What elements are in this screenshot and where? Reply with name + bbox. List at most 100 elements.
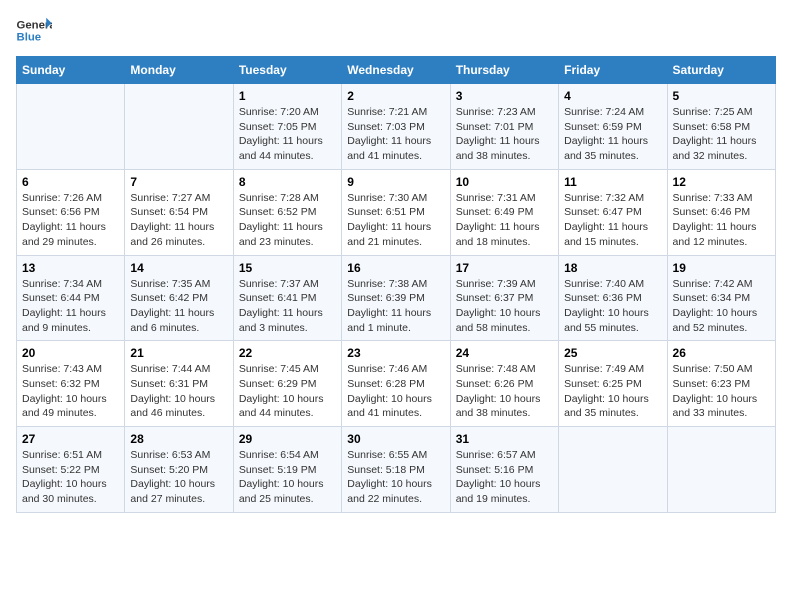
day-cell — [559, 427, 667, 513]
week-row-1: 1 Sunrise: 7:20 AM Sunset: 7:05 PM Daylig… — [17, 84, 776, 170]
day-number: 7 — [130, 175, 227, 189]
day-info: Sunrise: 7:50 AM Sunset: 6:23 PM Dayligh… — [673, 362, 770, 421]
day-number: 9 — [347, 175, 444, 189]
day-number: 13 — [22, 261, 119, 275]
day-cell: 8 Sunrise: 7:28 AM Sunset: 6:52 PM Daylig… — [233, 169, 341, 255]
day-number: 12 — [673, 175, 770, 189]
day-cell: 23 Sunrise: 7:46 AM Sunset: 6:28 PM Dayli… — [342, 341, 450, 427]
column-header-monday: Monday — [125, 57, 233, 84]
day-info: Sunrise: 7:20 AM Sunset: 7:05 PM Dayligh… — [239, 105, 336, 164]
day-cell: 3 Sunrise: 7:23 AM Sunset: 7:01 PM Daylig… — [450, 84, 558, 170]
day-cell: 27 Sunrise: 6:51 AM Sunset: 5:22 PM Dayli… — [17, 427, 125, 513]
week-row-4: 20 Sunrise: 7:43 AM Sunset: 6:32 PM Dayli… — [17, 341, 776, 427]
day-info: Sunrise: 6:53 AM Sunset: 5:20 PM Dayligh… — [130, 448, 227, 507]
column-header-tuesday: Tuesday — [233, 57, 341, 84]
day-cell — [667, 427, 775, 513]
day-info: Sunrise: 7:28 AM Sunset: 6:52 PM Dayligh… — [239, 191, 336, 250]
day-number: 27 — [22, 432, 119, 446]
page-header: General Blue — [16, 16, 776, 44]
day-info: Sunrise: 7:42 AM Sunset: 6:34 PM Dayligh… — [673, 277, 770, 336]
day-info: Sunrise: 7:23 AM Sunset: 7:01 PM Dayligh… — [456, 105, 553, 164]
day-cell: 31 Sunrise: 6:57 AM Sunset: 5:16 PM Dayli… — [450, 427, 558, 513]
day-cell: 18Sunrise: 7:40 AM Sunset: 6:36 PM Dayli… — [559, 255, 667, 341]
day-number: 1 — [239, 89, 336, 103]
week-row-5: 27 Sunrise: 6:51 AM Sunset: 5:22 PM Dayli… — [17, 427, 776, 513]
day-cell: 10 Sunrise: 7:31 AM Sunset: 6:49 PM Dayli… — [450, 169, 558, 255]
day-number: 28 — [130, 432, 227, 446]
week-row-2: 6 Sunrise: 7:26 AM Sunset: 6:56 PM Daylig… — [17, 169, 776, 255]
day-number: 5 — [673, 89, 770, 103]
day-info: Sunrise: 7:46 AM Sunset: 6:28 PM Dayligh… — [347, 362, 444, 421]
day-number: 30 — [347, 432, 444, 446]
column-header-friday: Friday — [559, 57, 667, 84]
day-cell: 4Sunrise: 7:24 AM Sunset: 6:59 PM Daylig… — [559, 84, 667, 170]
calendar-body: 1 Sunrise: 7:20 AM Sunset: 7:05 PM Daylig… — [17, 84, 776, 513]
day-info: Sunrise: 7:21 AM Sunset: 7:03 PM Dayligh… — [347, 105, 444, 164]
header-row: SundayMondayTuesdayWednesdayThursdayFrid… — [17, 57, 776, 84]
column-header-wednesday: Wednesday — [342, 57, 450, 84]
day-cell: 17Sunrise: 7:39 AM Sunset: 6:37 PM Dayli… — [450, 255, 558, 341]
day-info: Sunrise: 7:43 AM Sunset: 6:32 PM Dayligh… — [22, 362, 119, 421]
day-cell: 20 Sunrise: 7:43 AM Sunset: 6:32 PM Dayli… — [17, 341, 125, 427]
day-cell: 7 Sunrise: 7:27 AM Sunset: 6:54 PM Daylig… — [125, 169, 233, 255]
day-info: Sunrise: 7:44 AM Sunset: 6:31 PM Dayligh… — [130, 362, 227, 421]
day-info: Sunrise: 6:57 AM Sunset: 5:16 PM Dayligh… — [456, 448, 553, 507]
day-number: 15 — [239, 261, 336, 275]
day-number: 22 — [239, 346, 336, 360]
day-cell: 13 Sunrise: 7:34 AM Sunset: 6:44 PM Dayli… — [17, 255, 125, 341]
svg-text:Blue: Blue — [17, 32, 42, 44]
day-cell: 1 Sunrise: 7:20 AM Sunset: 7:05 PM Daylig… — [233, 84, 341, 170]
day-info: Sunrise: 7:38 AM Sunset: 6:39 PM Dayligh… — [347, 277, 444, 336]
day-number: 31 — [456, 432, 553, 446]
day-cell — [17, 84, 125, 170]
day-cell: 22 Sunrise: 7:45 AM Sunset: 6:29 PM Dayli… — [233, 341, 341, 427]
calendar-table: SundayMondayTuesdayWednesdayThursdayFrid… — [16, 56, 776, 513]
day-info: Sunrise: 6:55 AM Sunset: 5:18 PM Dayligh… — [347, 448, 444, 507]
day-info: Sunrise: 7:33 AM Sunset: 6:46 PM Dayligh… — [673, 191, 770, 250]
day-cell: 5 Sunrise: 7:25 AM Sunset: 6:58 PM Daylig… — [667, 84, 775, 170]
day-number: 25 — [564, 346, 661, 360]
logo-icon: General Blue — [16, 16, 52, 44]
day-info: Sunrise: 7:30 AM Sunset: 6:51 PM Dayligh… — [347, 191, 444, 250]
day-info: Sunrise: 7:27 AM Sunset: 6:54 PM Dayligh… — [130, 191, 227, 250]
day-info: Sunrise: 7:34 AM Sunset: 6:44 PM Dayligh… — [22, 277, 119, 336]
day-cell: 16 Sunrise: 7:38 AM Sunset: 6:39 PM Dayli… — [342, 255, 450, 341]
day-info: Sunrise: 7:45 AM Sunset: 6:29 PM Dayligh… — [239, 362, 336, 421]
day-info: Sunrise: 7:49 AM Sunset: 6:25 PM Dayligh… — [564, 362, 661, 421]
day-number: 10 — [456, 175, 553, 189]
day-cell: 2Sunrise: 7:21 AM Sunset: 7:03 PM Daylig… — [342, 84, 450, 170]
day-cell: 30 Sunrise: 6:55 AM Sunset: 5:18 PM Dayli… — [342, 427, 450, 513]
day-info: Sunrise: 7:48 AM Sunset: 6:26 PM Dayligh… — [456, 362, 553, 421]
logo: General Blue — [16, 16, 52, 44]
week-row-3: 13 Sunrise: 7:34 AM Sunset: 6:44 PM Dayli… — [17, 255, 776, 341]
day-info: Sunrise: 6:51 AM Sunset: 5:22 PM Dayligh… — [22, 448, 119, 507]
day-number: 23 — [347, 346, 444, 360]
day-cell: 26 Sunrise: 7:50 AM Sunset: 6:23 PM Dayli… — [667, 341, 775, 427]
day-cell: 12 Sunrise: 7:33 AM Sunset: 6:46 PM Dayli… — [667, 169, 775, 255]
day-number: 6 — [22, 175, 119, 189]
day-number: 3 — [456, 89, 553, 103]
day-number: 18 — [564, 261, 661, 275]
day-info: Sunrise: 7:32 AM Sunset: 6:47 PM Dayligh… — [564, 191, 661, 250]
day-cell: 21 Sunrise: 7:44 AM Sunset: 6:31 PM Dayli… — [125, 341, 233, 427]
day-info: Sunrise: 7:39 AM Sunset: 6:37 PM Dayligh… — [456, 277, 553, 336]
day-cell: 15Sunrise: 7:37 AM Sunset: 6:41 PM Dayli… — [233, 255, 341, 341]
column-header-thursday: Thursday — [450, 57, 558, 84]
day-cell: 14Sunrise: 7:35 AM Sunset: 6:42 PM Dayli… — [125, 255, 233, 341]
day-cell: 28 Sunrise: 6:53 AM Sunset: 5:20 PM Dayli… — [125, 427, 233, 513]
day-info: Sunrise: 7:25 AM Sunset: 6:58 PM Dayligh… — [673, 105, 770, 164]
day-number: 20 — [22, 346, 119, 360]
column-header-saturday: Saturday — [667, 57, 775, 84]
day-cell: 24Sunrise: 7:48 AM Sunset: 6:26 PM Dayli… — [450, 341, 558, 427]
day-cell: 29Sunrise: 6:54 AM Sunset: 5:19 PM Dayli… — [233, 427, 341, 513]
day-info: Sunrise: 7:35 AM Sunset: 6:42 PM Dayligh… — [130, 277, 227, 336]
column-header-sunday: Sunday — [17, 57, 125, 84]
day-number: 16 — [347, 261, 444, 275]
day-cell: 9 Sunrise: 7:30 AM Sunset: 6:51 PM Daylig… — [342, 169, 450, 255]
day-info: Sunrise: 7:26 AM Sunset: 6:56 PM Dayligh… — [22, 191, 119, 250]
day-number: 21 — [130, 346, 227, 360]
day-info: Sunrise: 7:31 AM Sunset: 6:49 PM Dayligh… — [456, 191, 553, 250]
day-number: 8 — [239, 175, 336, 189]
day-cell: 6 Sunrise: 7:26 AM Sunset: 6:56 PM Daylig… — [17, 169, 125, 255]
day-number: 26 — [673, 346, 770, 360]
